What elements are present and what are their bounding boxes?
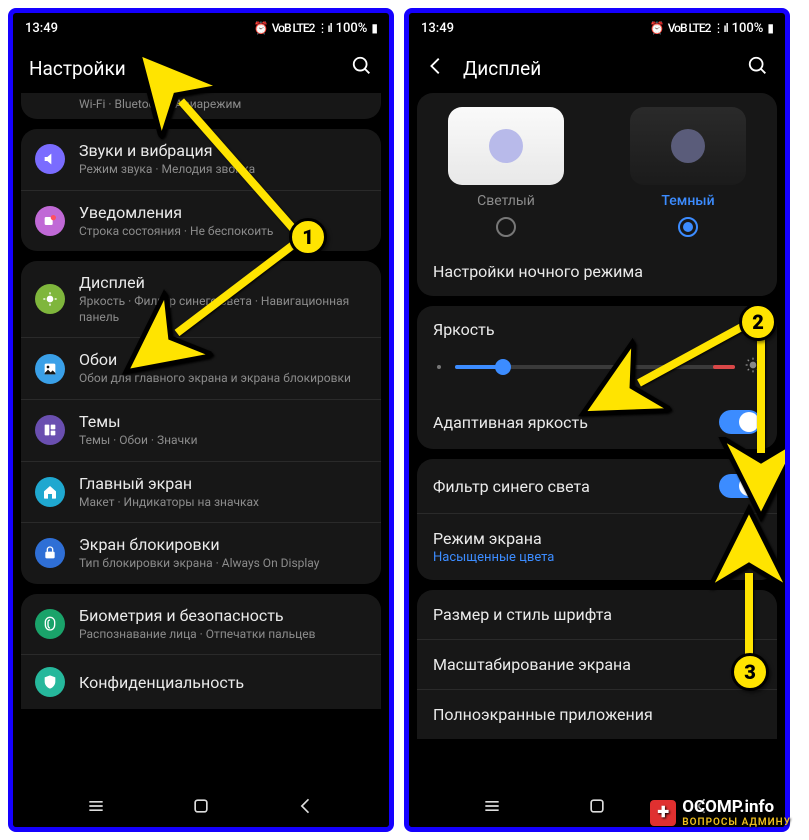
phone-left: 13:49 ⏰ VoB LTE2 ⋮ıl 100% ▮ Настройки Wi… [8,8,394,832]
adaptive-brightness-row[interactable]: Адаптивная яркость [417,395,777,449]
row-subtitle: Режим звука · Мелодия звонка [79,162,367,178]
brightness-slider[interactable] [455,365,735,369]
radio-dark[interactable] [678,217,698,237]
alarm-icon: ⏰ [650,21,664,35]
bluelight-row[interactable]: Фильтр синего света [417,459,777,514]
sun-large-icon [745,357,761,377]
bio-icon [35,609,65,639]
battery-text: 100% [336,21,368,36]
battery-icon: ▮ [371,21,377,35]
priv-icon [35,667,65,697]
theme-picker: Светлый Темный [417,93,777,247]
screen-mode-value: Насыщенные цвета [433,550,761,565]
sun-small-icon [433,358,445,377]
row-subtitle: Темы · Обои · Значки [79,433,367,449]
recents-button[interactable] [481,795,503,817]
page-title: Дисплей [463,57,541,80]
home-button[interactable] [190,795,212,817]
lock-icon [35,538,65,568]
sound-icon [35,144,65,174]
header: Дисплей [409,43,785,93]
row-subtitle: Строка состояния · Не беспокоить [79,224,367,240]
list-item-connections-sub[interactable]: Wi-Fi · Bluetooth · Авиарежим [21,93,381,119]
row-title: Дисплей [79,273,367,292]
alarm-icon: ⏰ [254,21,268,35]
theme-option-dark[interactable]: Темный [609,107,767,237]
list-item-themes[interactable]: Темы Темы · Обои · Значки [21,400,381,462]
row-title: Биометрия и безопасность [79,606,367,625]
row-title: Главный экран [79,474,367,493]
header: Настройки [13,43,389,93]
theme-option-light[interactable]: Светлый [427,107,585,237]
adaptive-brightness-toggle[interactable] [719,410,761,434]
list-item-priv[interactable]: Конфиденциальность [21,655,381,709]
recents-button[interactable] [85,795,107,817]
list-item-display[interactable]: Дисплей Яркость · Фильтр синего света · Н… [21,261,381,338]
network-text: VoB LTE2 ⋮ıl [272,21,332,35]
row-subtitle: Обои для главного экрана и экрана блокир… [79,371,367,387]
theme-label-dark: Темный [661,193,714,209]
clock: 13:49 [25,21,58,36]
row-title: Темы [79,412,367,431]
page-title: Настройки [29,57,126,80]
watermark-subtext: ВОПРОСЫ АДМИНУ [682,817,791,828]
back-button[interactable] [295,795,317,817]
phone-right: 13:49 ⏰ VoB LTE2 ⋮ıl 100% ▮ Дисплей Свет… [404,8,790,832]
fullscreen-apps-row[interactable]: Полноэкранные приложения [417,690,777,739]
row-title: Экран блокировки [79,535,367,554]
row-subtitle: Распознавание лица · Отпечатки пальцев [79,627,367,643]
brightness-label: Яркость [433,320,761,339]
row-title: Звуки и вибрация [79,141,367,160]
row-title: Уведомления [79,203,367,222]
bluelight-toggle[interactable] [719,474,761,498]
bluelight-label: Фильтр синего света [433,477,590,496]
row-subtitle: Макет · Индикаторы на значках [79,495,367,511]
screen-mode-label: Режим экрана [433,529,761,548]
battery-text: 100% [732,21,764,36]
settings-list: Wi-Fi · Bluetooth · Авиарежим Звуки и ви… [13,93,389,785]
themes-icon [35,415,65,445]
watermark-text: OCOMP.info [682,797,774,817]
adaptive-brightness-label: Адаптивная яркость [433,413,588,432]
row-subtitle: Яркость · Фильтр синего света · Навигаци… [79,294,367,325]
theme-label-light: Светлый [477,193,535,209]
list-item-bio[interactable]: Биометрия и безопасность Распознавание ли… [21,594,381,656]
screen-mode-row[interactable]: Режим экрана Насыщенные цвета [417,514,777,580]
zoom-row[interactable]: Масштабирование экрана [417,640,777,690]
night-mode-settings-row[interactable]: Настройки ночного режима [417,247,777,296]
wall-icon [35,354,65,384]
brightness-section: Яркость [417,306,777,395]
search-icon[interactable] [747,55,769,81]
battery-icon: ▮ [767,21,773,35]
display-icon [35,284,65,314]
watermark: + OCOMP.info ВОПРОСЫ АДМИНУ [650,797,791,828]
row-title: Конфиденциальность [79,673,367,692]
search-icon[interactable] [351,55,373,81]
list-item-sound[interactable]: Звуки и вибрация Режим звука · Мелодия зв… [21,129,381,191]
list-item-notif[interactable]: Уведомления Строка состояния · Не беспоко… [21,191,381,252]
status-bar: 13:49 ⏰ VoB LTE2 ⋮ıl 100% ▮ [409,13,785,43]
list-item-wall[interactable]: Обои Обои для главного экрана и экрана бл… [21,338,381,400]
row-title: Обои [79,350,367,369]
row-subtitle: Тип блокировки экрана · Always On Displa… [79,556,367,572]
watermark-logo-icon: + [650,800,676,826]
list-item-lock[interactable]: Экран блокировки Тип блокировки экрана · … [21,523,381,584]
back-icon[interactable] [425,55,447,81]
home-icon [35,477,65,507]
status-bar: 13:49 ⏰ VoB LTE2 ⋮ıl 100% ▮ [13,13,389,43]
notif-icon [35,206,65,236]
android-navbar [13,785,389,827]
list-item-home[interactable]: Главный экран Макет · Индикаторы на значк… [21,462,381,524]
clock: 13:49 [421,21,454,36]
font-row[interactable]: Размер и стиль шрифта [417,590,777,640]
radio-light[interactable] [496,217,516,237]
network-text: VoB LTE2 ⋮ıl [668,21,728,35]
home-button[interactable] [586,795,608,817]
display-settings: Светлый Темный Настройки ночного режима … [409,93,785,785]
